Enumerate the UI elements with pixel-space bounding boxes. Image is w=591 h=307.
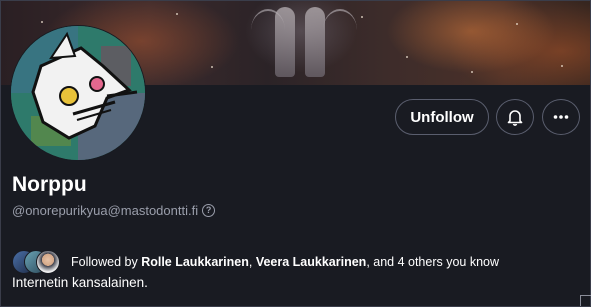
profile-avatar[interactable] <box>10 25 146 161</box>
profile-card: Unfollow Norppu @onorepurikyua@mastodont… <box>0 0 591 307</box>
help-icon[interactable]: ? <box>202 203 216 217</box>
followed-by-row: Followed by Rolle Laukkarinen, Veera Lau… <box>12 250 499 274</box>
followed-by-text: Followed by Rolle Laukkarinen, Veera Lau… <box>71 255 500 269</box>
display-name: Norppu <box>12 173 87 196</box>
bell-icon <box>507 110 523 126</box>
account-handle-row: @onorepurikyua@mastodontti.fi ? <box>12 202 216 218</box>
follower-avatar[interactable] <box>36 250 60 274</box>
followers-you-know-avatars[interactable] <box>12 250 62 274</box>
more-options-icon <box>553 115 569 119</box>
more-options-button[interactable] <box>542 99 580 135</box>
follower-name-link[interactable]: Rolle Laukkarinen <box>141 255 249 269</box>
avatar-artwork <box>11 26 145 160</box>
unfollow-button[interactable]: Unfollow <box>395 99 489 135</box>
notify-button[interactable] <box>496 99 534 135</box>
account-handle[interactable]: @onorepurikyua@mastodontti.fi <box>12 203 198 218</box>
resize-corner-icon <box>580 295 591 306</box>
follower-name-link[interactable]: Veera Laukkarinen <box>256 255 366 269</box>
profile-bio: Internetin kansalainen. <box>12 275 148 290</box>
